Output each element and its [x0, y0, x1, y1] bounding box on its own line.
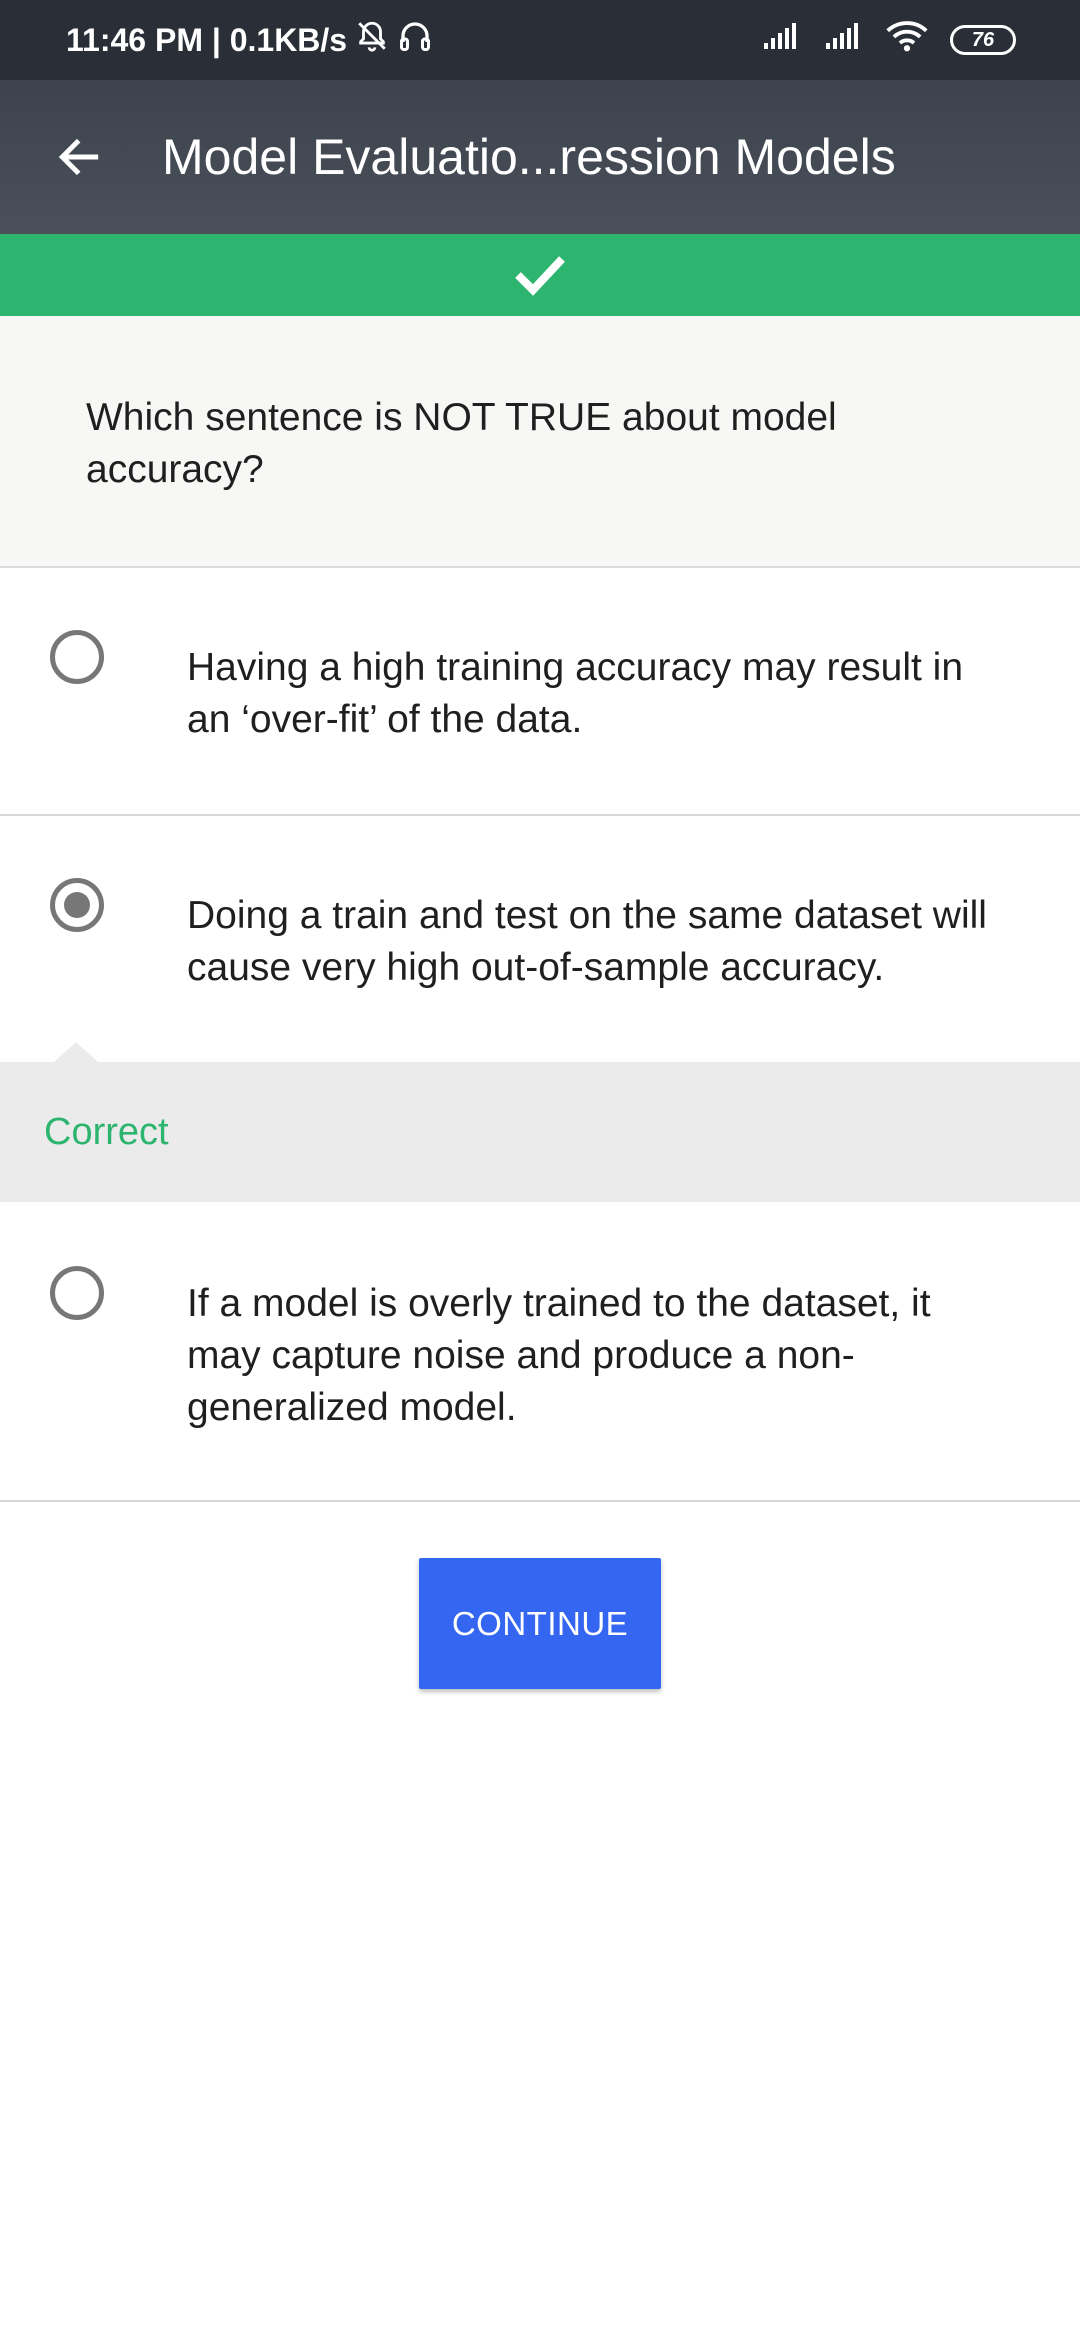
alarm-off-icon [355, 19, 389, 61]
feedback-panel: Correct [0, 1062, 1080, 1202]
option-text: If a model is overly trained to the data… [187, 1282, 931, 1429]
arrow-back-icon [58, 138, 99, 176]
checkmark-icon [515, 256, 565, 296]
radio-button-selected[interactable] [50, 878, 104, 932]
status-bar: 11:46 PM | 0.1KB/s 76 [0, 0, 1080, 80]
result-banner [0, 234, 1080, 316]
radio-button[interactable] [50, 1266, 104, 1320]
divider [0, 1500, 1080, 1502]
signal-icon [762, 21, 802, 59]
continue-button[interactable]: CONTINUE [419, 1558, 661, 1689]
question-block: Which sentence is NOT TRUE about model a… [0, 316, 1080, 568]
headset-icon [397, 18, 433, 62]
signal-icon-2 [824, 21, 864, 59]
option-1[interactable]: Having a high training accuracy may resu… [0, 570, 1080, 814]
status-left: 11:46 PM | 0.1KB/s [66, 0, 433, 80]
option-text: Doing a train and test on the same datas… [187, 894, 987, 989]
wifi-icon [886, 20, 928, 60]
option-2[interactable]: Doing a train and test on the same datas… [0, 816, 1080, 1062]
page-title: Model Evaluatio...ression Models [162, 129, 896, 185]
radio-selected-dot [64, 892, 90, 918]
back-button[interactable] [44, 122, 114, 192]
option-3[interactable]: If a model is overly trained to the data… [0, 1202, 1080, 1500]
feedback-text: Correct [44, 1110, 169, 1153]
status-time-speed: 11:46 PM | 0.1KB/s [66, 21, 348, 58]
status-right: 76 [762, 0, 1016, 80]
battery-icon: 76 [950, 25, 1016, 55]
question-text: Which sentence is NOT TRUE about model a… [86, 396, 837, 491]
option-text: Having a high training accuracy may resu… [187, 646, 964, 741]
app-bar: Model Evaluatio...ression Models [0, 80, 1080, 234]
feedback-pointer [54, 1042, 98, 1062]
radio-button[interactable] [50, 630, 104, 684]
